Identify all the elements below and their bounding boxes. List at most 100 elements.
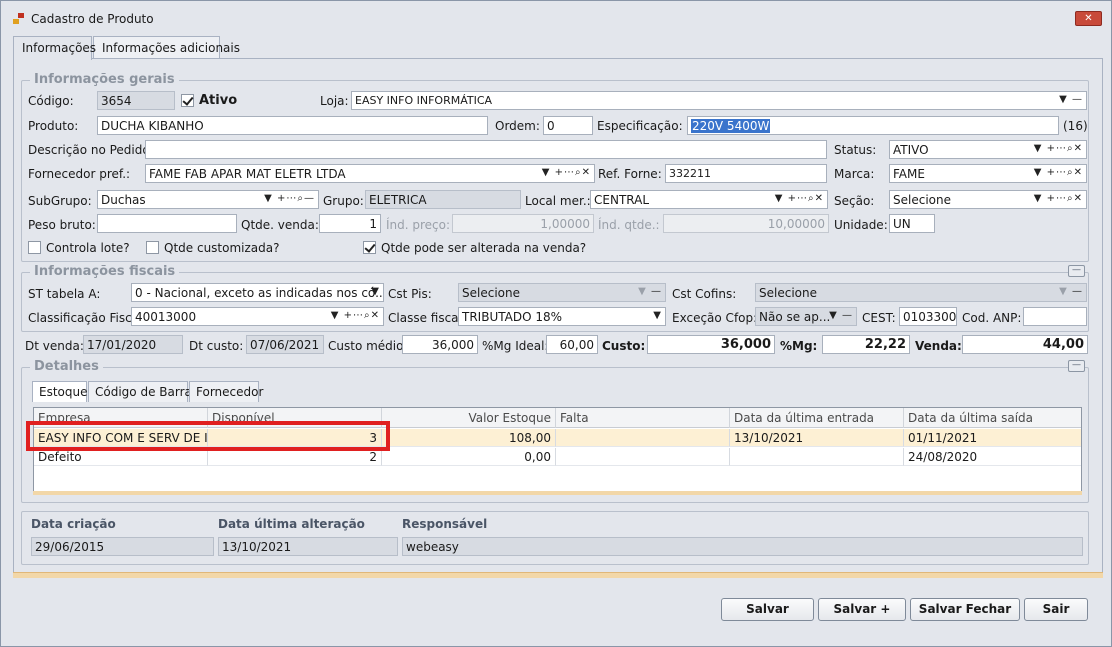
clear-icon[interactable]: ✕ bbox=[371, 310, 380, 321]
st-select[interactable]: 0 - Nacional, exceto as indicadas nos có… bbox=[131, 283, 384, 302]
dropdown-icon[interactable]: ▼ bbox=[1034, 143, 1043, 154]
grupo-field[interactable]: ELETRICA bbox=[365, 190, 521, 209]
qtde-customizada-checkbox[interactable] bbox=[146, 241, 159, 254]
more-icon[interactable]: ⋯ bbox=[797, 193, 808, 204]
column-header[interactable]: Data da última entrada bbox=[730, 408, 904, 428]
dropdown-icon[interactable]: ▼ bbox=[829, 310, 838, 321]
ativo-checkbox[interactable] bbox=[181, 94, 194, 107]
excecao-select[interactable]: Não se ap... ▼ — bbox=[755, 307, 857, 326]
minus-icon[interactable]: — bbox=[1072, 286, 1083, 297]
add-icon[interactable]: + bbox=[1047, 143, 1056, 154]
salvar-button[interactable]: Salvar bbox=[721, 598, 814, 621]
qtde-alterada-checkbox[interactable] bbox=[363, 241, 376, 254]
tab-codigo-de-barras[interactable]: Código de Barras bbox=[88, 381, 198, 402]
more-icon[interactable]: ⋯ bbox=[1056, 193, 1067, 204]
clear-icon[interactable]: ✕ bbox=[1074, 143, 1083, 154]
venda-input[interactable]: 44,00 bbox=[962, 335, 1088, 354]
dropdown-icon[interactable]: ▼ bbox=[1034, 167, 1043, 178]
dtcusto-field[interactable]: 07/06/2021 bbox=[246, 335, 324, 354]
dropdown-icon[interactable]: ▼ bbox=[775, 193, 784, 204]
dropdown-icon[interactable]: ▼ bbox=[1059, 94, 1068, 105]
unidade-input[interactable]: UN bbox=[889, 214, 935, 233]
minus-icon[interactable]: — bbox=[1072, 94, 1083, 105]
tab-informacoes-adicionais[interactable]: Informações adicionais bbox=[93, 36, 240, 59]
add-icon[interactable]: + bbox=[1047, 193, 1056, 204]
qtde-venda-input[interactable]: 1 bbox=[319, 214, 381, 233]
ref-input[interactable]: 332211 bbox=[665, 164, 827, 183]
search-icon[interactable]: ⌕ bbox=[1067, 143, 1074, 154]
salvar-fechar-button[interactable]: Salvar Fechar bbox=[910, 598, 1020, 621]
fornecedor-select[interactable]: FAME FAB APAR MAT ELETR LTDA ▼ +⋯⌕✕ bbox=[145, 164, 595, 183]
subgrupo-select[interactable]: Duchas ▼ +⋯⌕— bbox=[97, 190, 319, 209]
collapse-icon[interactable]: — bbox=[1068, 360, 1085, 372]
dropdown-icon[interactable]: ▼ bbox=[1059, 286, 1068, 297]
add-icon[interactable]: + bbox=[555, 167, 564, 178]
responsavel-field[interactable]: webeasy bbox=[402, 537, 1083, 556]
column-header[interactable]: Valor Estoque bbox=[382, 408, 556, 428]
dropdown-icon[interactable]: ▼ bbox=[638, 286, 647, 297]
more-icon[interactable]: ⋯ bbox=[286, 193, 297, 204]
cest-input[interactable]: 0103300 bbox=[899, 307, 957, 326]
add-icon[interactable]: + bbox=[1047, 167, 1056, 178]
column-header[interactable]: Data da última saída bbox=[904, 408, 1081, 428]
classfiscal-select[interactable]: 40013000 ▼ +⋯⌕✕ bbox=[131, 307, 384, 326]
anp-input[interactable] bbox=[1023, 307, 1087, 326]
ind-qtde-input[interactable]: 10,00000 bbox=[663, 214, 829, 233]
search-icon[interactable]: ⌕ bbox=[1067, 193, 1074, 204]
dropdown-icon[interactable]: ▼ bbox=[264, 193, 273, 204]
salvar-mais-button[interactable]: Salvar + bbox=[818, 598, 906, 621]
dropdown-icon[interactable]: ▼ bbox=[653, 310, 662, 321]
classe-select[interactable]: TRIBUTADO 18% ▼ bbox=[458, 307, 666, 326]
search-icon[interactable]: ⌕ bbox=[575, 167, 582, 178]
add-icon[interactable]: + bbox=[788, 193, 797, 204]
status-select[interactable]: ATIVO ▼ +⋯⌕✕ bbox=[889, 140, 1087, 159]
search-icon[interactable]: ⌕ bbox=[808, 193, 815, 204]
produto-input[interactable]: DUCHA KIBANHO bbox=[97, 116, 488, 135]
criacao-field[interactable]: 29/06/2015 bbox=[31, 537, 214, 556]
custo-input[interactable]: 36,000 bbox=[647, 335, 775, 354]
dtvenda-field[interactable]: 17/01/2020 bbox=[83, 335, 183, 354]
tab-fornecedor[interactable]: Fornecedor bbox=[189, 381, 263, 402]
more-icon[interactable]: ⋯ bbox=[1056, 143, 1067, 154]
clear-icon[interactable]: ✕ bbox=[815, 193, 824, 204]
minus-icon[interactable]: — bbox=[651, 286, 662, 297]
tab-estoque[interactable]: Estoque bbox=[32, 381, 88, 402]
close-button[interactable]: ✕ bbox=[1075, 11, 1102, 26]
ordem-input[interactable]: 0 bbox=[543, 116, 593, 135]
column-header[interactable]: Falta bbox=[556, 408, 730, 428]
cstcofins-select[interactable]: Selecione ▼ — bbox=[755, 283, 1087, 302]
alteracao-field[interactable]: 13/10/2021 bbox=[218, 537, 398, 556]
clear-icon[interactable]: ✕ bbox=[582, 167, 591, 178]
customedio-input[interactable]: 36,000 bbox=[402, 335, 478, 354]
search-icon[interactable]: ⌕ bbox=[1067, 167, 1074, 178]
tab-informacoes[interactable]: Informações bbox=[13, 36, 96, 60]
dropdown-icon[interactable]: ▼ bbox=[371, 286, 380, 297]
cstpis-select[interactable]: Selecione ▼ — bbox=[458, 283, 666, 302]
local-select[interactable]: CENTRAL ▼ +⋯⌕✕ bbox=[590, 190, 828, 209]
minus-icon[interactable]: — bbox=[304, 193, 315, 204]
marca-select[interactable]: FAME ▼ +⋯⌕✕ bbox=[889, 164, 1087, 183]
add-icon[interactable]: + bbox=[344, 310, 353, 321]
collapse-icon[interactable]: — bbox=[1068, 265, 1085, 277]
search-icon[interactable]: ⌕ bbox=[297, 193, 304, 204]
descricao-input[interactable] bbox=[145, 140, 827, 159]
search-icon[interactable]: ⌕ bbox=[364, 310, 371, 321]
dropdown-icon[interactable]: ▼ bbox=[542, 167, 551, 178]
clear-icon[interactable]: ✕ bbox=[1074, 193, 1083, 204]
more-icon[interactable]: ⋯ bbox=[353, 310, 364, 321]
mg-input[interactable]: 22,22 bbox=[822, 335, 910, 354]
clear-icon[interactable]: ✕ bbox=[1074, 167, 1083, 178]
controla-lote-checkbox[interactable] bbox=[28, 241, 41, 254]
more-icon[interactable]: ⋯ bbox=[564, 167, 575, 178]
sair-button[interactable]: Sair bbox=[1024, 598, 1088, 621]
dropdown-icon[interactable]: ▼ bbox=[1034, 193, 1043, 204]
codigo-field[interactable]: 3654 bbox=[97, 91, 175, 110]
mgideal-input[interactable]: 60,00 bbox=[546, 335, 598, 354]
add-icon[interactable]: + bbox=[277, 193, 286, 204]
dropdown-icon[interactable]: ▼ bbox=[331, 310, 340, 321]
ind-preco-input[interactable]: 1,00000 bbox=[452, 214, 594, 233]
minus-icon[interactable]: — bbox=[842, 310, 853, 321]
more-icon[interactable]: ⋯ bbox=[1056, 167, 1067, 178]
loja-select[interactable]: EASY INFO INFORMÁTICA ▼ — bbox=[351, 91, 1087, 110]
especificacao-input[interactable]: 220V 5400W bbox=[687, 116, 1059, 135]
